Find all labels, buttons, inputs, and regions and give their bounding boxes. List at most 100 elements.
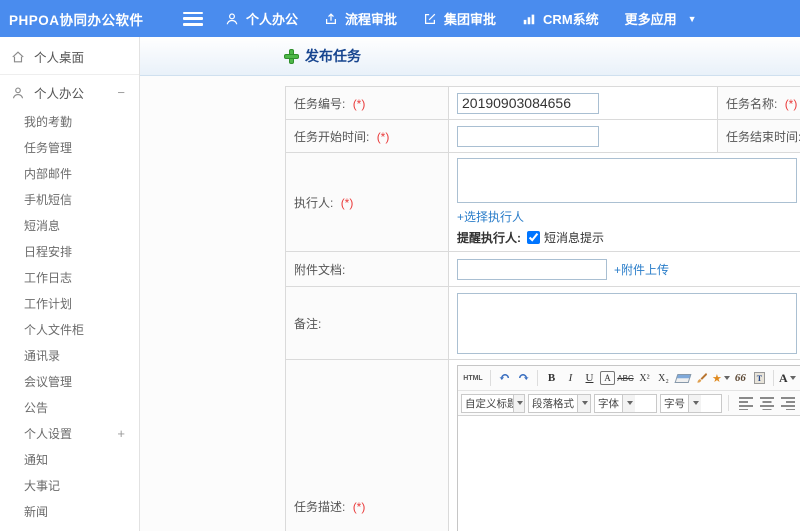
sidebar-item-contacts[interactable]: 通讯录	[0, 342, 139, 368]
remark-label: 备注:	[294, 316, 322, 331]
nav-workflow-approval[interactable]: 流程审批	[324, 9, 397, 28]
sidebar-item-task-management[interactable]: 任务管理	[0, 134, 139, 160]
table-row: 附件文档: +附件上传	[285, 251, 800, 287]
underline-button[interactable]: U	[581, 369, 598, 388]
executor-textarea[interactable]	[457, 158, 797, 203]
brush-icon	[697, 372, 708, 383]
bold-button[interactable]: B	[543, 369, 560, 388]
html-source-button[interactable]: HTML	[461, 369, 485, 388]
app-logo: PHPOA协同办公软件	[9, 12, 144, 28]
task-number-input[interactable]	[457, 92, 599, 114]
sms-remind-checkbox[interactable]	[527, 231, 540, 244]
sidebar-item-short-message[interactable]: 短消息	[0, 212, 139, 238]
format-brush-button[interactable]	[693, 369, 710, 388]
sidebar-item-news[interactable]: 新闻	[0, 498, 139, 524]
font-style-button[interactable]: A	[600, 371, 615, 385]
superscript-button[interactable]: X²	[636, 369, 653, 388]
nav-label: CRM系统	[543, 12, 599, 27]
table-row: 任务开始时间: (*) 任务结束时间: (*)	[285, 119, 800, 153]
sidebar-item-internal-mail[interactable]: 内部邮件	[0, 160, 139, 186]
paragraph-format-dropdown[interactable]: 段落格式	[528, 393, 591, 413]
sidebar-divider	[0, 74, 139, 75]
nav-more-apps[interactable]: 更多应用 ▼	[625, 9, 697, 28]
sidebar-item-label: 个人办公	[34, 87, 85, 101]
required-mark: (*)	[376, 129, 390, 144]
required-mark: (*)	[340, 195, 354, 210]
sidebar-item-work-plan[interactable]: 工作计划	[0, 290, 139, 316]
expand-icon[interactable]: +	[117, 426, 125, 441]
sidebar-item-office[interactable]: 个人办公 −	[0, 77, 139, 108]
nav-group-approval[interactable]: 集团审批	[423, 9, 496, 28]
rich-text-editor: HTML ↶ ↷ B I U A ABC X² X₂ ★ 66 T A 自定义标…	[457, 365, 800, 531]
remark-label-cell: 备注:	[285, 286, 449, 360]
choose-executor-link[interactable]: +选择执行人	[457, 210, 524, 224]
sidebar-item-file-cabinet[interactable]: 个人文件柜	[0, 316, 139, 342]
sidebar-item-schedule[interactable]: 日程安排	[0, 238, 139, 264]
toolbar-separator	[537, 370, 538, 386]
task-name-label: 任务名称:	[726, 96, 778, 111]
dropdown-label: 字号	[664, 397, 685, 410]
home-icon	[11, 49, 26, 64]
sidebar-item-events[interactable]: 大事记	[0, 472, 139, 498]
sidebar-item-meeting[interactable]: 会议管理	[0, 368, 139, 394]
remind-executor-label: 提醒执行人:	[457, 231, 521, 245]
alignment-buttons	[739, 396, 800, 410]
sidebar-item-personal-settings[interactable]: 个人设置 +	[0, 420, 139, 446]
publish-task-form: 任务编号: (*) 任务名称: (*) 任务开始时间: (*)	[285, 86, 800, 531]
auto-typeset-button[interactable]: ★	[712, 369, 730, 388]
sidebar-item-announcement[interactable]: 公告	[0, 394, 139, 420]
start-time-label: 任务开始时间:	[294, 129, 370, 144]
font-family-dropdown[interactable]: 字体	[594, 393, 657, 413]
align-center-icon[interactable]	[759, 396, 775, 410]
task-number-label-cell: 任务编号: (*)	[285, 86, 449, 120]
sidebar-item-desktop[interactable]: 个人桌面	[0, 41, 139, 72]
table-row: 任务编号: (*) 任务名称: (*)	[285, 86, 800, 120]
undo-button[interactable]: ↶	[496, 369, 513, 388]
description-label: 任务描述:	[294, 499, 346, 514]
editor-toolbar-row1: HTML ↶ ↷ B I U A ABC X² X₂ ★ 66 T A	[458, 366, 800, 391]
page-title: 发布任务	[305, 48, 361, 64]
sidebar-item-label: 会议管理	[24, 374, 73, 389]
bar-chart-icon	[522, 12, 536, 26]
executor-label-cell: 执行人: (*)	[285, 152, 449, 252]
menu-toggle-icon[interactable]	[183, 11, 203, 26]
sidebar-item-mobile-sms[interactable]: 手机短信	[0, 186, 139, 212]
nav-label: 更多应用	[624, 12, 677, 27]
nav-personal-office[interactable]: 个人办公	[225, 9, 298, 28]
nav-crm[interactable]: CRM系统	[522, 9, 599, 28]
font-color-button[interactable]: A	[779, 369, 796, 388]
attachment-upload-link[interactable]: +附件上传	[614, 261, 669, 278]
sidebar-item-attendance[interactable]: 我的考勤	[0, 108, 139, 134]
top-nav: 个人办公 流程审批 集团审批 CRM系统 更多应用 ▼	[225, 9, 723, 28]
sidebar-item-label: 工作计划	[24, 296, 73, 311]
blockquote-button[interactable]: 66	[732, 369, 749, 388]
subscript-button[interactable]: X₂	[655, 369, 672, 388]
sidebar-item-notice[interactable]: 通知	[0, 446, 139, 472]
caret-down-icon: ▼	[687, 13, 697, 24]
paste-icon: T	[753, 372, 765, 384]
strikethrough-button[interactable]: ABC	[617, 369, 634, 388]
align-right-icon[interactable]	[779, 396, 795, 410]
attachment-input[interactable]	[457, 258, 607, 280]
paste-text-button[interactable]: T	[751, 369, 768, 388]
align-left-icon[interactable]	[739, 396, 755, 410]
eraser-button[interactable]	[674, 369, 691, 388]
sms-remind-label: 短消息提示	[544, 231, 605, 245]
end-time-label: 任务结束时间:	[726, 129, 800, 144]
start-time-input[interactable]	[457, 125, 599, 147]
sidebar-item-label: 工作日志	[24, 270, 73, 285]
italic-button[interactable]: I	[562, 369, 579, 388]
sidebar: 个人桌面 个人办公 − 我的考勤 任务管理 内部邮件 手机短信 短消息 日程安排…	[0, 37, 140, 531]
remark-textarea[interactable]	[457, 292, 797, 354]
redo-button[interactable]: ↷	[515, 369, 532, 388]
required-mark: (*)	[352, 499, 366, 514]
sidebar-item-work-log[interactable]: 工作日志	[0, 264, 139, 290]
toolbar-separator	[772, 370, 774, 386]
collapse-icon[interactable]: −	[117, 85, 125, 100]
eraser-icon	[674, 373, 691, 383]
font-size-dropdown[interactable]: 字号	[660, 393, 722, 413]
custom-title-dropdown[interactable]: 自定义标题	[461, 393, 525, 413]
sidebar-item-label: 手机短信	[24, 192, 73, 207]
nav-label: 集团审批	[444, 12, 497, 27]
description-editor-area[interactable]	[458, 416, 800, 531]
